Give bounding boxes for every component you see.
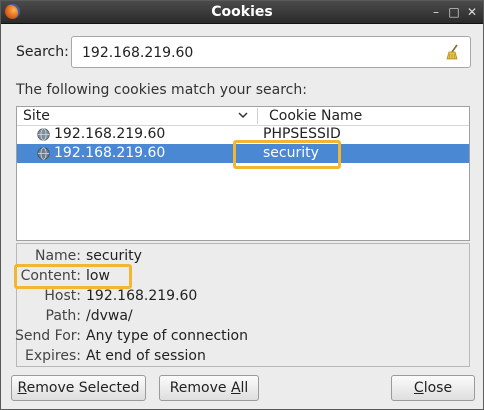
detail-value: /dvwa/ [86, 308, 133, 324]
cookie-site: 192.168.219.60 [54, 145, 166, 161]
detail-label: Host: [44, 288, 81, 304]
detail-label: Name: [34, 248, 81, 264]
cookie-site: 192.168.219.60 [54, 126, 166, 142]
detail-value: security [86, 248, 142, 264]
column-divider[interactable] [257, 108, 258, 124]
chevron-down-icon[interactable] [237, 109, 249, 121]
detail-value: 192.168.219.60 [86, 288, 198, 304]
cookie-tree[interactable]: Site Cookie Name 192.168.219.60 PHPSESSI… [16, 106, 470, 241]
button-mnemonic: R [17, 380, 27, 396]
cookie-row-selected[interactable]: 192.168.219.60 security [17, 144, 469, 163]
globe-icon [37, 147, 50, 160]
detail-value: low [86, 268, 110, 284]
maximize-icon[interactable]: □ [446, 4, 462, 20]
detail-row-expires: Expires: At end of session [17, 346, 469, 366]
button-label-post: lose [423, 380, 453, 396]
column-header-cookie-name[interactable]: Cookie Name [269, 108, 362, 124]
search-input[interactable]: 192.168.219.60 [71, 36, 471, 68]
title-bar[interactable]: Cookies – □ ✕ [1, 1, 483, 24]
close-button[interactable]: Close [391, 375, 475, 401]
close-icon[interactable]: ✕ [464, 4, 480, 20]
match-label: The following cookies match your search: [16, 82, 307, 98]
button-label-post: emove Selected [26, 380, 140, 396]
cookie-name: PHPSESSID [263, 126, 341, 142]
detail-label: Send For: [14, 328, 81, 344]
cookie-row[interactable]: 192.168.219.60 PHPSESSID [17, 125, 469, 144]
broom-icon[interactable] [446, 44, 460, 60]
cookies-window: Cookies – □ ✕ Search: 192.168.219.60 The… [0, 0, 484, 410]
detail-row-content: Content: low [17, 266, 469, 286]
detail-row-path: Path: /dvwa/ [17, 306, 469, 326]
detail-value: At end of session [86, 348, 206, 364]
detail-row-send-for: Send For: Any type of connection [14, 326, 469, 346]
remove-selected-button[interactable]: Remove Selected [11, 375, 146, 401]
search-value[interactable]: 192.168.219.60 [82, 45, 193, 61]
button-mnemonic: C [413, 380, 424, 396]
button-label-post: ll [240, 380, 249, 396]
detail-value: Any type of connection [86, 328, 248, 344]
button-mnemonic: A [230, 380, 241, 396]
tree-header: Site Cookie Name [17, 107, 469, 126]
globe-icon [37, 128, 50, 141]
search-label: Search: [16, 44, 69, 60]
cookie-name: security [263, 145, 319, 161]
remove-all-button[interactable]: Remove All [159, 375, 259, 401]
detail-row-host: Host: 192.168.219.60 [17, 286, 469, 306]
minimize-icon[interactable]: – [428, 4, 444, 20]
column-header-site[interactable]: Site [23, 108, 50, 124]
detail-row-name: Name: security [17, 246, 469, 266]
detail-label: Content: [20, 268, 81, 284]
detail-label: Expires: [25, 348, 81, 364]
cookie-details-panel: Name: security Content: low Host: 192.16… [14, 243, 470, 367]
detail-label: Path: [45, 308, 81, 324]
window-title: Cookies [211, 4, 273, 20]
button-label-pre: Remove [169, 380, 231, 396]
